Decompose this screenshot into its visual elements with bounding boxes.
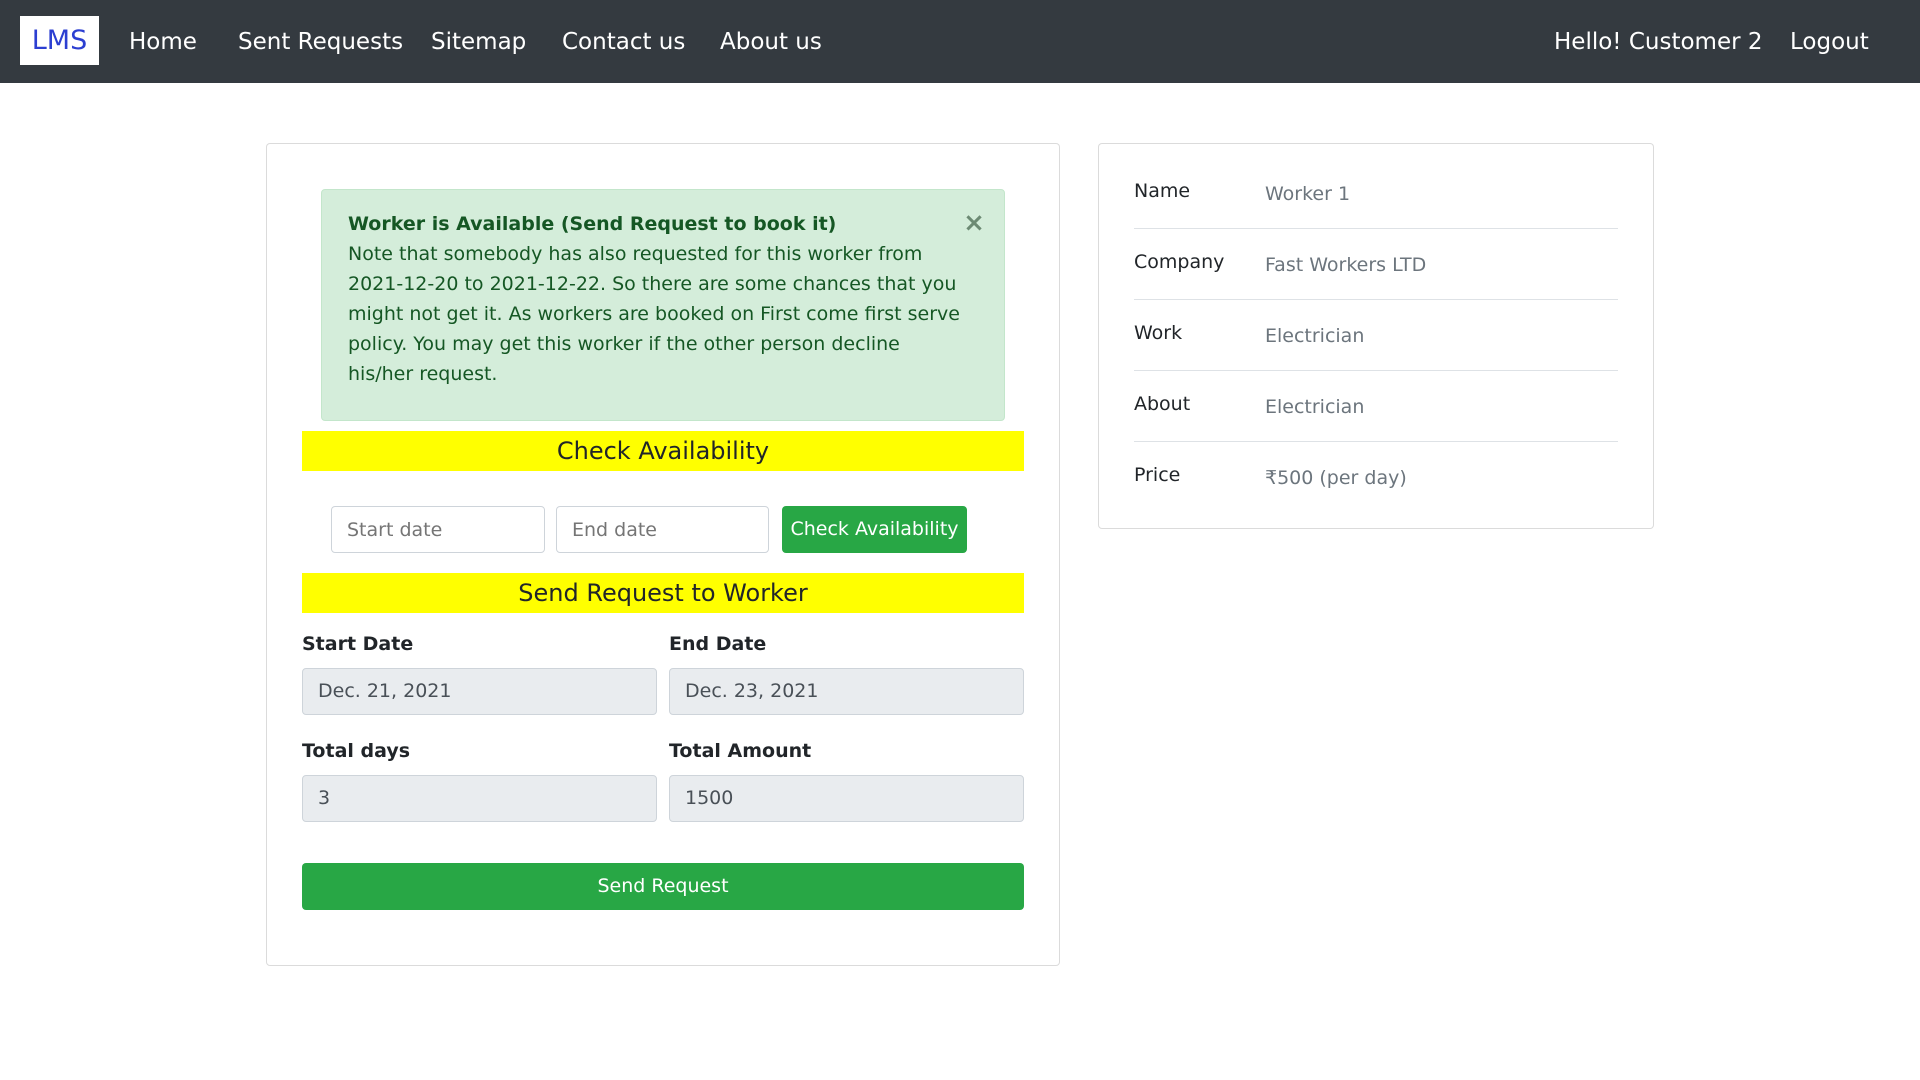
total-days-field: 3	[302, 775, 657, 822]
alert-message-line: 2021-12-20 to 2021-12-22. So there are s…	[348, 273, 957, 295]
end-date-input[interactable]	[556, 506, 769, 553]
logout-link[interactable]: Logout	[1790, 24, 1869, 60]
worker-info-row: Price ₹500 (per day)	[1134, 442, 1618, 513]
start-date-input[interactable]	[331, 506, 545, 553]
total-amount-label: Total Amount	[669, 740, 812, 762]
worker-info-row: About Electrician	[1134, 371, 1618, 442]
worker-info-row: Company Fast Workers LTD	[1134, 229, 1618, 300]
check-availability-button[interactable]: Check Availability	[782, 506, 967, 553]
nav-link-about-us[interactable]: About us	[720, 24, 822, 60]
worker-info-value: Electrician	[1265, 325, 1365, 347]
close-icon[interactable]: ×	[959, 208, 989, 238]
brand-logo-link[interactable]: LMS	[20, 16, 99, 65]
nav-link-contact-us[interactable]: Contact us	[562, 24, 685, 60]
worker-info-value: Fast Workers LTD	[1265, 254, 1427, 276]
alert-message-line: might not get it. As workers are booked …	[348, 303, 960, 325]
availability-alert: Worker is Available (Send Request to boo…	[321, 189, 1005, 421]
alert-title: Worker is Available (Send Request to boo…	[348, 213, 837, 235]
alert-message-line: his/her request.	[348, 363, 498, 385]
top-navbar: LMS Home Sent Requests Sitemap Contact u…	[0, 0, 1920, 83]
nav-link-sent-requests[interactable]: Sent Requests	[238, 24, 403, 60]
worker-info-key: Price	[1134, 464, 1181, 486]
user-greeting-link[interactable]: Hello! Customer 2	[1554, 24, 1763, 60]
alert-message-line: policy. You may get this worker if the o…	[348, 333, 900, 355]
start-date-label: Start Date	[302, 633, 414, 655]
worker-info-value: ₹500 (per day)	[1265, 467, 1407, 489]
alert-message-line: Note that somebody has also requested fo…	[348, 243, 923, 265]
worker-info-key: About	[1134, 393, 1191, 415]
check-availability-heading: Check Availability	[302, 431, 1024, 471]
nav-link-home[interactable]: Home	[129, 24, 197, 60]
worker-info-row: Work Electrician	[1134, 300, 1618, 371]
worker-info-value: Worker 1	[1265, 183, 1351, 205]
worker-info-value: Electrician	[1265, 396, 1365, 418]
end-date-label: End Date	[669, 633, 767, 655]
send-request-button[interactable]: Send Request	[302, 863, 1024, 910]
end-date-field: Dec. 23, 2021	[669, 668, 1024, 715]
worker-info-key: Work	[1134, 322, 1183, 344]
worker-info-key: Name	[1134, 180, 1191, 202]
send-request-heading: Send Request to Worker	[302, 573, 1024, 613]
total-amount-field: 1500	[669, 775, 1024, 822]
worker-info-row: Name Worker 1	[1134, 158, 1618, 229]
nav-link-sitemap[interactable]: Sitemap	[431, 24, 526, 60]
worker-info-key: Company	[1134, 251, 1225, 273]
start-date-field: Dec. 21, 2021	[302, 668, 657, 715]
total-days-label: Total days	[302, 740, 411, 762]
